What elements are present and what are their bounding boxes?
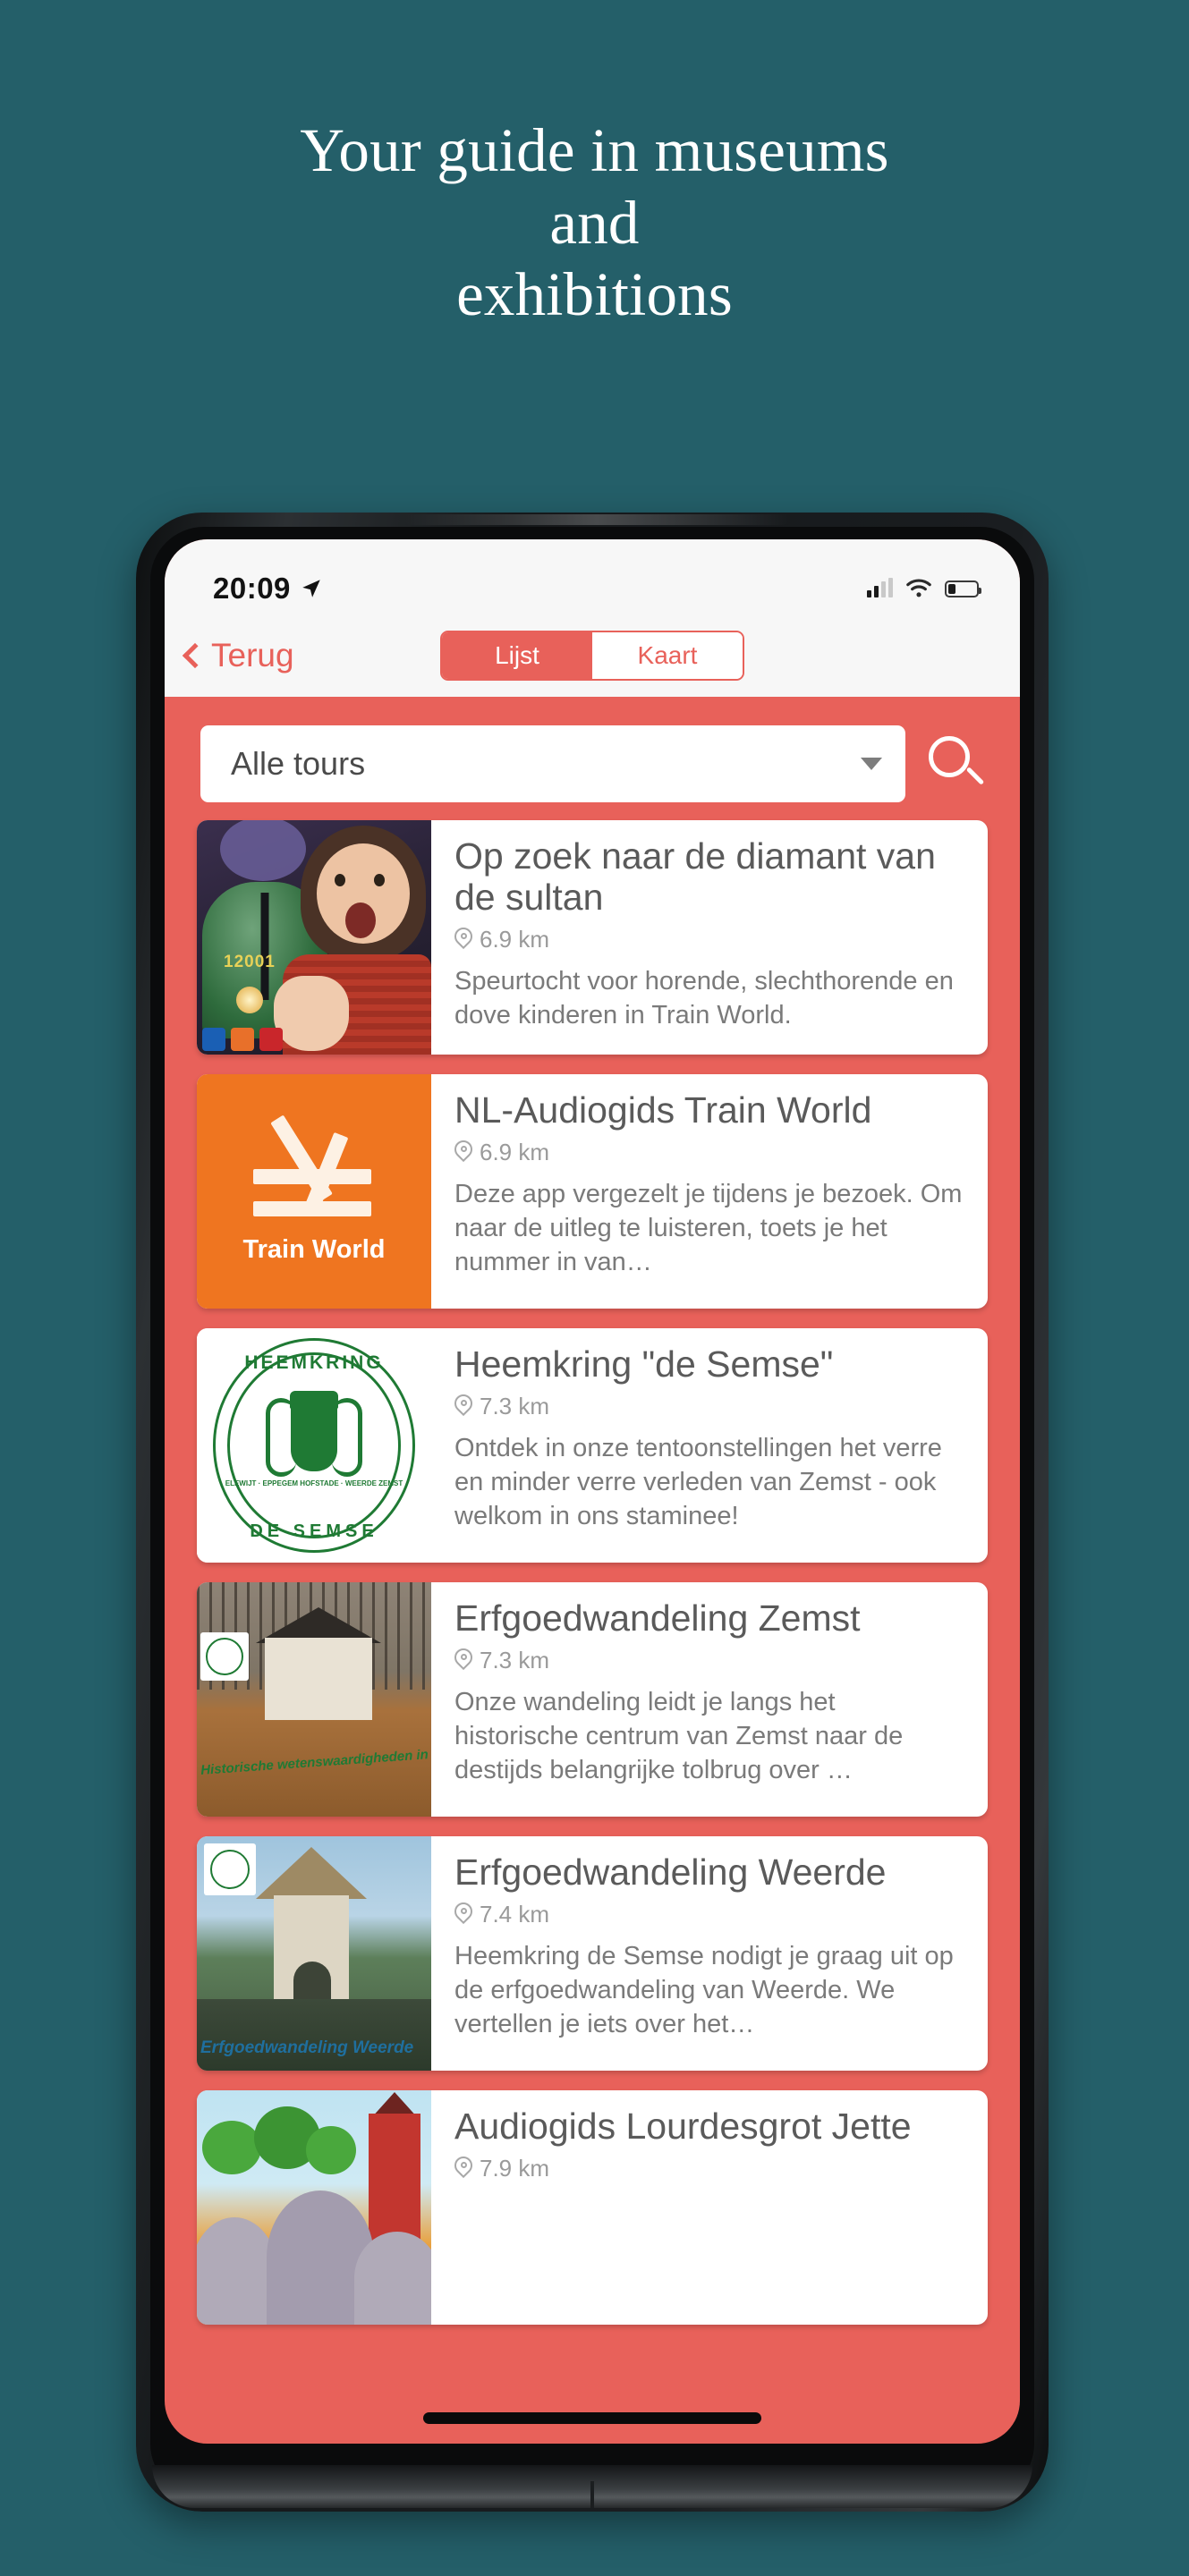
list-item[interactable]: Audiogids Lourdesgrot Jette 7.9 km <box>197 2090 988 2325</box>
home-indicator[interactable] <box>423 2412 761 2424</box>
phone-screen: 20:09 Terug Lijst Kaart Alle tours 12001… <box>165 539 1020 2444</box>
status-bar-left: 20:09 <box>213 572 323 606</box>
tour-description: Heemkring de Semse nodigt je graag uit o… <box>454 1941 954 2039</box>
tour-distance: 7.4 km <box>450 1898 966 1928</box>
tour-distance: 7.9 km <box>450 2152 966 2182</box>
tour-body: Heemkring "de Semse" 7.3 km Ontdek in on… <box>431 1328 988 1563</box>
phone-mockup: 20:09 Terug Lijst Kaart Alle tours 12001… <box>136 513 1049 2512</box>
list-item[interactable]: 12001 Op zoek naar de diamant van de sul… <box>197 820 988 1055</box>
map-pin-icon <box>450 1898 477 1927</box>
heemkring-badge-icon <box>200 1632 249 1681</box>
tour-distance: 6.9 km <box>450 1136 966 1166</box>
location-arrow-icon <box>302 580 320 597</box>
seal-bottom-text: DE SEMSE <box>250 1521 378 1541</box>
tour-description: Deze app vergezelt je tijdens je bezoek.… <box>454 1179 963 1277</box>
tour-body: Audiogids Lourdesgrot Jette 7.9 km <box>431 2090 988 2325</box>
tour-filter-value: Alle tours <box>231 745 366 782</box>
view-mode-segmented-control[interactable]: Lijst Kaart <box>440 631 744 681</box>
thumb-number: 12001 <box>224 953 276 971</box>
nav-bar: Terug Lijst Kaart <box>165 614 1020 697</box>
status-bar-right <box>867 578 981 598</box>
tour-thumbnail: Erfgoedwandeling Weerde <box>197 1836 431 2071</box>
tour-description: Speurtocht voor horende, slechthorende e… <box>454 966 954 1030</box>
hero-headline: Your guide in museums and exhibitions <box>0 114 1189 331</box>
tour-distance-value: 7.3 km <box>480 1646 550 1674</box>
wifi-icon <box>906 579 931 597</box>
tour-thumbnail: Train World <box>197 1074 431 1309</box>
tour-title: Erfgoedwandeling Zemst <box>454 1597 861 1639</box>
map-pin-icon <box>450 1390 477 1419</box>
map-pin-icon <box>450 2152 477 2181</box>
tour-distance-value: 6.9 km <box>480 1138 550 1165</box>
tour-distance-value: 7.4 km <box>480 1900 550 1928</box>
map-pin-icon <box>450 923 477 952</box>
list-item[interactable]: Historische wetenswaardigheden in Zemst … <box>197 1582 988 1817</box>
thumb-caption: Historische wetenswaardigheden in Zemst <box>200 1747 430 1778</box>
tab-lijst[interactable]: Lijst <box>442 632 592 679</box>
tour-body: Erfgoedwandeling Zemst 7.3 km Onze wande… <box>431 1582 988 1817</box>
tour-title: Erfgoedwandeling Weerde <box>454 1852 887 1893</box>
list-item[interactable]: HEEMKRING ELEWIJT · EPPEGEM HOFSTADE · W… <box>197 1328 988 1563</box>
tab-kaart[interactable]: Kaart <box>592 632 743 679</box>
battery-icon <box>945 580 981 597</box>
tour-list: 12001 Op zoek naar de diamant van de sul… <box>165 820 1020 2325</box>
thumb-label: Train World <box>242 1234 386 1264</box>
heemkring-seal-icon: HEEMKRING ELEWIJT · EPPEGEM HOFSTADE · W… <box>213 1338 415 1553</box>
tour-thumbnail: 12001 <box>197 820 431 1055</box>
tour-title: Heemkring "de Semse" <box>454 1343 834 1385</box>
seal-micro-text: ELEWIJT · EPPEGEM HOFSTADE · WEERDE ZEMS… <box>225 1479 403 1487</box>
seal-top-text: HEEMKRING <box>244 1352 384 1373</box>
status-time: 20:09 <box>213 572 291 605</box>
tour-body: Erfgoedwandeling Weerde 7.4 km Heemkring… <box>431 1836 988 2071</box>
hero-line-3: exhibitions <box>456 260 733 329</box>
tour-distance-value: 7.9 km <box>480 2154 550 2182</box>
train-world-logo-icon <box>248 1114 380 1226</box>
list-item[interactable]: Train World NL-Audiogids Train World 6.9… <box>197 1074 988 1309</box>
phone-chin <box>152 2465 1032 2508</box>
search-row: Alle tours <box>165 697 1020 820</box>
tour-body: Op zoek naar de diamant van de sultan 6.… <box>431 820 988 1055</box>
chevron-left-icon <box>182 642 208 669</box>
tour-title: NL-Audiogids Train World <box>454 1089 872 1131</box>
back-button[interactable]: Terug <box>182 637 294 674</box>
tour-description: Ontdek in onze tentoonstellingen het ver… <box>454 1433 942 1531</box>
list-item[interactable]: Erfgoedwandeling Weerde Erfgoedwandeling… <box>197 1836 988 2071</box>
tour-body: NL-Audiogids Train World 6.9 km Deze app… <box>431 1074 988 1309</box>
map-pin-icon <box>450 1136 477 1165</box>
tour-distance-value: 7.3 km <box>480 1392 550 1419</box>
tour-description: Onze wandeling leidt je langs het histor… <box>454 1687 904 1785</box>
tour-thumbnail: HEEMKRING ELEWIJT · EPPEGEM HOFSTADE · W… <box>197 1328 431 1563</box>
tour-distance-value: 6.9 km <box>480 925 550 953</box>
phone-bezel: 20:09 Terug Lijst Kaart Alle tours 12001… <box>150 527 1034 2497</box>
tour-filter-dropdown[interactable]: Alle tours <box>200 725 905 802</box>
tour-distance: 7.3 km <box>450 1390 966 1420</box>
heemkring-badge-icon <box>204 1843 256 1895</box>
status-bar: 20:09 <box>165 539 1020 614</box>
tour-title: Audiogids Lourdesgrot Jette <box>454 2106 912 2147</box>
tour-distance: 7.3 km <box>450 1644 966 1674</box>
hero-line-2: and <box>549 188 640 257</box>
map-pin-icon <box>450 1644 477 1673</box>
signal-bars-icon <box>867 578 893 597</box>
search-icon[interactable] <box>925 733 988 795</box>
tour-thumbnail: Historische wetenswaardigheden in Zemst <box>197 1582 431 1817</box>
tour-thumbnail <box>197 2090 431 2325</box>
hero-line-1: Your guide in museums <box>300 116 889 184</box>
back-button-label: Terug <box>211 637 294 674</box>
thumb-caption: Erfgoedwandeling Weerde <box>200 2038 414 2057</box>
chevron-down-icon <box>861 758 882 770</box>
tour-title: Op zoek naar de diamant van de sultan <box>454 835 936 918</box>
tour-distance: 6.9 km <box>450 923 966 953</box>
